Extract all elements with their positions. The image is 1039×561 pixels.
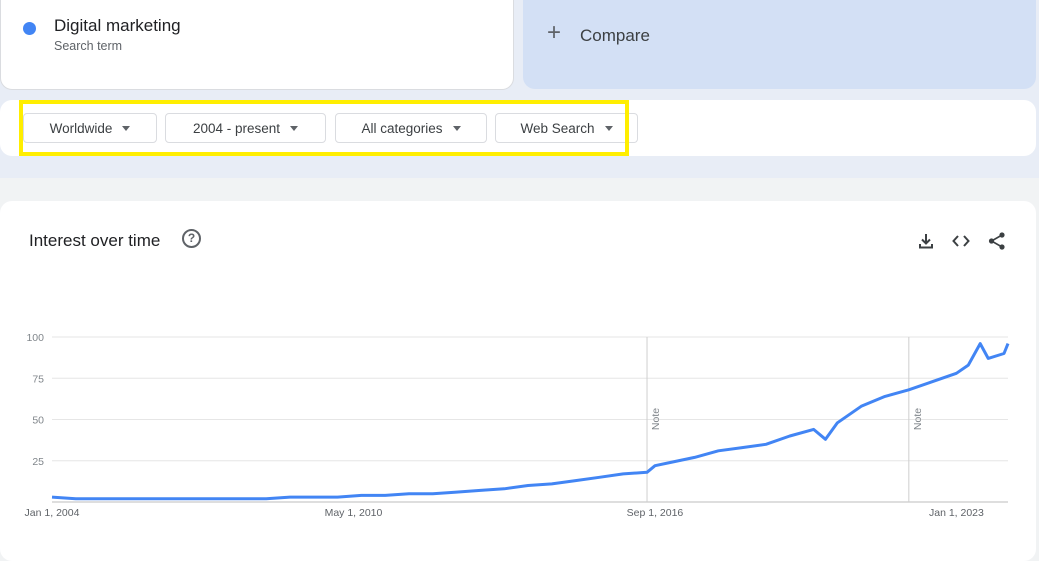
time-range-dropdown[interactable]: 2004 - present xyxy=(165,113,326,143)
y-tick-label: 25 xyxy=(32,456,44,468)
region-dropdown-label: Worldwide xyxy=(49,120,113,136)
plus-icon: + xyxy=(547,19,562,46)
region-dropdown[interactable]: Worldwide xyxy=(23,113,157,143)
caret-down-icon xyxy=(122,125,131,131)
x-tick-label: Sep 1, 2016 xyxy=(627,507,684,519)
search-type-dropdown-label: Web Search xyxy=(520,120,595,136)
caret-down-icon xyxy=(290,125,299,131)
line-chart: 25 50 75 100 Jan 1, 2004 May 1, 2010 Sep 1, 20… xyxy=(25,332,1010,519)
y-tick-label: 75 xyxy=(32,373,44,385)
series-line xyxy=(51,342,1010,501)
annotation-label: Note xyxy=(650,408,662,430)
category-dropdown[interactable]: All categories xyxy=(335,113,487,143)
y-tick-label: 100 xyxy=(26,332,44,344)
search-term-subtitle: Search term xyxy=(54,39,123,53)
y-tick-label: 50 xyxy=(32,415,44,427)
category-dropdown-label: All categories xyxy=(361,120,443,136)
compare-button[interactable]: + Compare xyxy=(523,0,1036,89)
search-type-dropdown[interactable]: Web Search xyxy=(495,113,638,143)
caret-down-icon xyxy=(604,125,613,131)
x-tick-label: Jan 1, 2023 xyxy=(929,507,984,519)
x-tick-label: May 1, 2010 xyxy=(325,507,383,519)
filter-bar: Worldwide 2004 - present All categories … xyxy=(0,100,1036,156)
search-term-name[interactable]: Digital marketing xyxy=(54,16,181,36)
interest-over-time-card: Interest over time ? 25 50 75 100 Jan 1, 200… xyxy=(0,201,1036,561)
term-color-dot xyxy=(23,22,36,35)
time-range-dropdown-label: 2004 - present xyxy=(192,120,281,136)
search-term-card[interactable]: Digital marketing Search term xyxy=(0,0,514,90)
annotation-label: Note xyxy=(912,408,924,430)
caret-down-icon xyxy=(452,125,461,131)
x-tick-label: Jan 1, 2004 xyxy=(25,507,80,519)
compare-label: Compare xyxy=(580,26,650,45)
